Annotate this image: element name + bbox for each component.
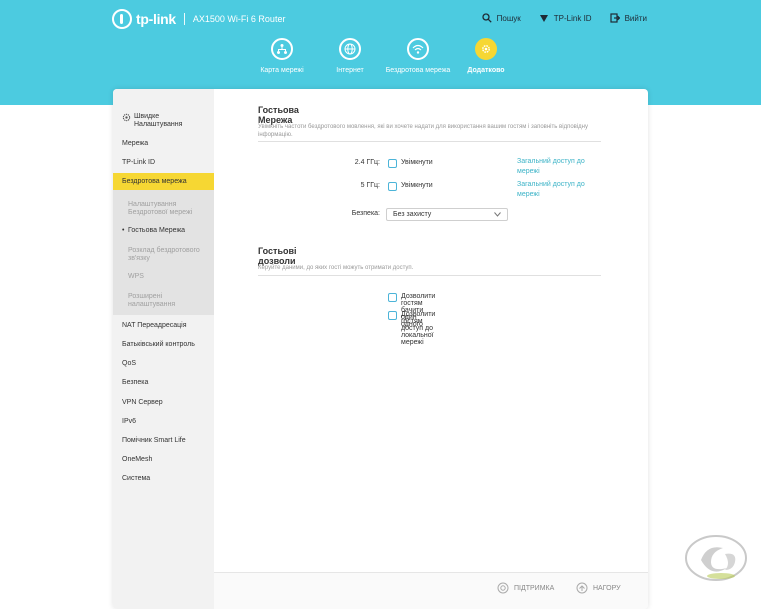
band-24-label: 2.4 ГГц: bbox=[354, 159, 380, 166]
sidebar-item-onemesh[interactable]: OneMesh bbox=[113, 456, 214, 464]
permissions-divider bbox=[258, 275, 601, 276]
logout-label: Вийти bbox=[624, 13, 647, 23]
security-select[interactable]: Без захисту bbox=[386, 208, 508, 221]
watermark-logo-icon bbox=[685, 535, 747, 581]
tplink-id-icon bbox=[539, 15, 548, 22]
local-access-label: Дозволити гостям доступ до локальної мер… bbox=[401, 311, 436, 346]
nav-advanced[interactable]: Додатково bbox=[452, 38, 520, 75]
brand-logo[interactable]: tp-link AX1500 Wi-Fi 6 Router bbox=[112, 9, 285, 29]
nav-internet-label: Інтернет bbox=[336, 67, 364, 74]
band-5-share-link[interactable]: Загальний доступ до мережі bbox=[517, 180, 597, 200]
support-button[interactable]: ПІДТРИМКА bbox=[497, 582, 554, 594]
security-label: Безпека: bbox=[351, 210, 380, 217]
arrow-up-icon bbox=[576, 582, 588, 594]
guest-permissions-title: Гостьові дозволи bbox=[258, 246, 297, 266]
support-label: ПІДТРИМКА bbox=[514, 584, 555, 592]
search-icon bbox=[482, 13, 492, 23]
sidebar-item-tplink-id[interactable]: TP-Link ID bbox=[113, 159, 214, 167]
sidebar-item-ipv6[interactable]: IPv6 bbox=[113, 418, 214, 426]
sidebar-item-quick-setup-label: Швидке Налаштування bbox=[134, 113, 183, 128]
band-24-enable-label: Увімкнути bbox=[401, 159, 433, 166]
footer-bar: ПІДТРИМКА НАГОРУ bbox=[214, 572, 648, 609]
band-5-label: 5 ГГц: bbox=[360, 182, 380, 189]
see-each-other-checkbox[interactable] bbox=[388, 293, 397, 302]
sidebar-subitem-wps[interactable]: WPS bbox=[113, 273, 214, 281]
sidebar-subitem-guest-network[interactable]: • Гостьова Мережа bbox=[113, 227, 214, 235]
search-label: Пошук bbox=[496, 13, 521, 23]
search-button[interactable]: Пошук bbox=[482, 13, 521, 23]
nav-wireless[interactable]: Бездротова мережа bbox=[384, 38, 452, 75]
sidebar-subitem-wireless-settings[interactable]: Налаштування Бездротової мережі bbox=[113, 201, 208, 217]
band-5-enable-checkbox[interactable] bbox=[388, 182, 397, 191]
tplink-id-label: TP-Link ID bbox=[553, 13, 592, 23]
sidebar-item-network[interactable]: Мережа bbox=[113, 140, 214, 148]
support-icon bbox=[497, 582, 509, 594]
sidebar-item-smart-life[interactable]: Помічник Smart Life bbox=[113, 437, 214, 445]
current-item-bullet: • bbox=[122, 227, 125, 234]
sidebar-item-parental-control[interactable]: Батьківський контроль bbox=[113, 341, 214, 349]
gear-icon bbox=[475, 38, 497, 60]
security-select-value: Без захисту bbox=[393, 211, 432, 218]
sidebar: Швидке Налаштування Мережа TP-Link ID Бе… bbox=[113, 89, 214, 609]
tplink-id-button[interactable]: TP-Link ID bbox=[539, 13, 592, 23]
nav-wireless-label: Бездротова мережа bbox=[385, 67, 451, 74]
sidebar-item-nat[interactable]: NAT Переадресація bbox=[113, 322, 214, 330]
sidebar-item-system[interactable]: Система bbox=[113, 475, 214, 483]
back-to-top-button[interactable]: НАГОРУ bbox=[576, 582, 621, 594]
network-map-icon bbox=[271, 38, 293, 60]
guest-network-description: Увімкніть частоти бездротового мовлення,… bbox=[258, 124, 588, 138]
band-24-enable-checkbox[interactable] bbox=[388, 159, 397, 168]
globe-icon bbox=[339, 38, 361, 60]
logout-button[interactable]: Вийти bbox=[609, 13, 647, 23]
local-access-checkbox[interactable] bbox=[388, 311, 397, 320]
sidebar-item-vpn[interactable]: VPN Сервер bbox=[113, 399, 214, 407]
nav-network-map[interactable]: Карта мережі bbox=[248, 38, 316, 75]
logout-icon bbox=[609, 13, 620, 23]
tplink-logo-icon bbox=[112, 9, 132, 29]
nav-internet[interactable]: Інтернет bbox=[316, 38, 384, 75]
sidebar-item-wireless[interactable]: Бездротова мережа bbox=[113, 173, 214, 191]
section-divider bbox=[258, 141, 601, 142]
logo-divider bbox=[183, 13, 185, 25]
main-nav: Карта мережі Інтернет Бездротова мережа … bbox=[248, 38, 520, 75]
sidebar-subitem-advanced-settings[interactable]: Розширені налаштування bbox=[113, 293, 203, 309]
nav-advanced-label: Додатково bbox=[467, 67, 505, 74]
sidebar-subitem-wireless-schedule[interactable]: Розклад бездротового зв'язку bbox=[113, 247, 208, 263]
sidebar-item-quick-setup[interactable]: Швидке Налаштування bbox=[113, 113, 214, 129]
sidebar-item-security[interactable]: Безпека bbox=[113, 379, 214, 387]
guest-permissions-description: Керуйте даними, до яких гості можуть отр… bbox=[258, 265, 414, 271]
main-panel: Швидке Налаштування Мережа TP-Link ID Бе… bbox=[113, 89, 648, 609]
chevron-down-icon bbox=[494, 212, 501, 217]
brand-name: tp-link bbox=[136, 11, 176, 27]
nav-network-map-label: Карта мережі bbox=[260, 67, 304, 74]
sidebar-subitem-guest-network-label: Гостьова Мережа bbox=[128, 227, 186, 234]
quick-setup-gear-icon bbox=[122, 113, 131, 122]
router-model: AX1500 Wi-Fi 6 Router bbox=[192, 14, 286, 24]
band-5-enable-label: Увімкнути bbox=[401, 182, 433, 189]
guest-network-title: Гостьова Мережа bbox=[258, 105, 299, 125]
top-actions: Пошук TP-Link ID Вийти bbox=[482, 13, 647, 23]
band-24-share-link[interactable]: Загальний доступ до мережі bbox=[517, 157, 597, 177]
back-to-top-label: НАГОРУ bbox=[593, 584, 621, 592]
wifi-icon bbox=[407, 38, 429, 60]
sidebar-item-qos[interactable]: QoS bbox=[113, 360, 214, 368]
